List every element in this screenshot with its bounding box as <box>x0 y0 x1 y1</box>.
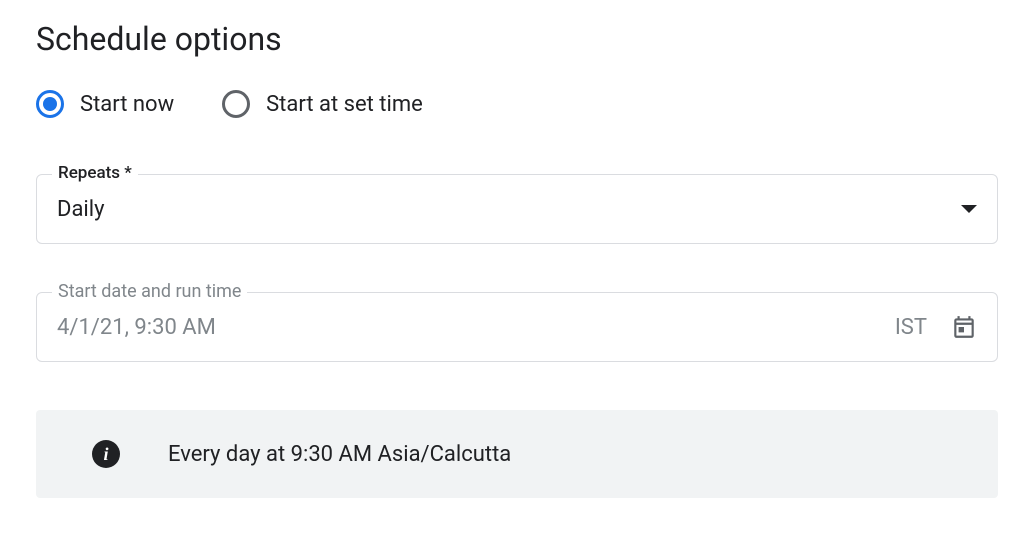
repeats-value: Daily <box>57 197 105 222</box>
repeats-label: Repeats * <box>52 163 138 183</box>
schedule-summary-text: Every day at 9:30 AM Asia/Calcutta <box>168 442 511 467</box>
info-icon: i <box>92 440 120 468</box>
timezone-label: IST <box>895 315 927 340</box>
radio-start-now[interactable]: Start now <box>36 90 174 118</box>
page-title: Schedule options <box>36 20 998 58</box>
chevron-down-icon <box>961 205 977 213</box>
start-date-value: 4/1/21, 9:30 AM <box>57 315 216 340</box>
radio-start-set-time-label: Start at set time <box>266 92 423 117</box>
calendar-icon[interactable] <box>951 314 977 340</box>
radio-unselected-icon <box>222 90 250 118</box>
repeats-field[interactable]: Repeats * Daily <box>36 174 998 244</box>
start-radio-group: Start now Start at set time <box>36 90 998 118</box>
radio-selected-icon <box>36 90 64 118</box>
start-date-field[interactable]: Start date and run time 4/1/21, 9:30 AM … <box>36 292 998 362</box>
radio-start-now-label: Start now <box>80 92 174 117</box>
schedule-summary-banner: i Every day at 9:30 AM Asia/Calcutta <box>36 410 998 498</box>
radio-start-set-time[interactable]: Start at set time <box>222 90 423 118</box>
start-date-label: Start date and run time <box>52 281 247 302</box>
